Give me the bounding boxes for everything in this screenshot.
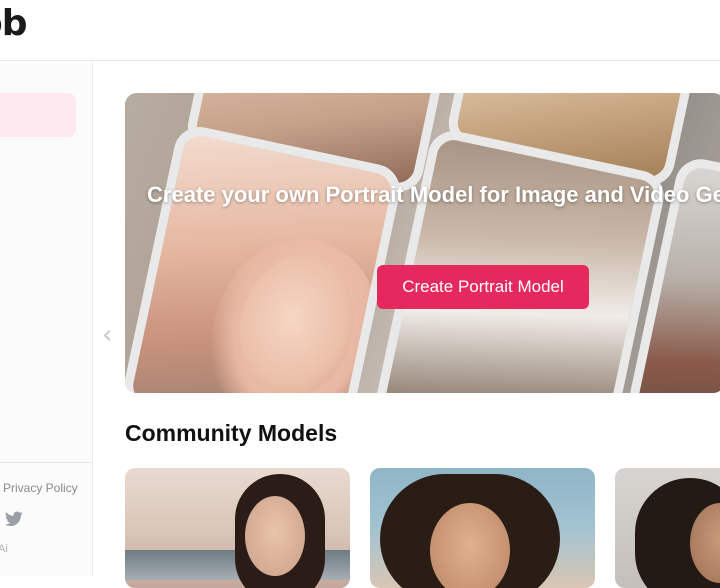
top-bar: ob: [0, 0, 720, 61]
photo-face: [245, 496, 305, 576]
community-model-card[interactable]: [615, 468, 720, 588]
community-model-card[interactable]: [370, 468, 595, 588]
logo[interactable]: ob: [0, 4, 28, 44]
sidebar: Privacy Policy Ai: [0, 61, 93, 576]
photo-face: [430, 503, 510, 588]
sidebar-misc-text: Ai: [0, 543, 8, 555]
privacy-policy-link[interactable]: Privacy Policy: [3, 481, 78, 495]
sidebar-divider: [0, 462, 93, 463]
chevron-left-icon[interactable]: ‹: [102, 320, 118, 350]
hero-banner: Create your own Portrait Model for Image…: [125, 93, 720, 393]
create-portrait-model-button[interactable]: Create Portrait Model: [377, 265, 589, 309]
hero-title: Create your own Portrait Model for Image…: [147, 182, 720, 207]
sidebar-item-active[interactable]: [0, 93, 76, 137]
community-model-card[interactable]: [125, 468, 350, 588]
section-title-community-models: Community Models: [125, 420, 338, 446]
twitter-icon[interactable]: [5, 511, 23, 527]
